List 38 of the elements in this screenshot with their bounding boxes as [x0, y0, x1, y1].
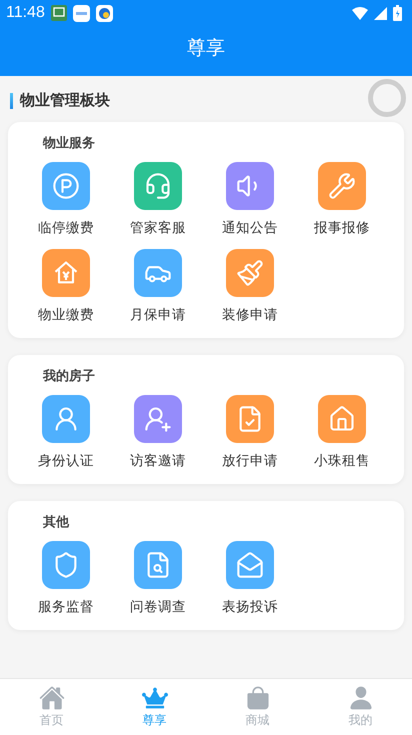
wrench-icon — [328, 172, 356, 200]
service-item[interactable]: 临停缴费 — [20, 162, 112, 237]
notification-icon — [72, 4, 90, 22]
service-item[interactable]: 月保申请 — [112, 249, 204, 324]
service-item[interactable]: 物业缴费 — [20, 249, 112, 324]
service-item[interactable]: 装修申请 — [204, 249, 296, 324]
card-title: 其他 — [43, 514, 70, 531]
loading-spinner-icon — [368, 79, 406, 117]
service-item[interactable]: 管家客服 — [112, 162, 204, 237]
headset-icon — [144, 172, 172, 200]
wifi-icon — [352, 6, 368, 20]
service-item[interactable]: 通知公告 — [204, 162, 296, 237]
card-title: 物业服务 — [43, 135, 96, 152]
home-icon — [38, 685, 64, 711]
notification-icon — [96, 4, 113, 22]
paintbrush-icon — [236, 259, 264, 287]
service-item[interactable]: 身份认证 — [20, 395, 112, 470]
service-item[interactable]: 问卷调查 — [112, 541, 204, 616]
house-icon — [328, 405, 356, 433]
status-time: 11:48 — [6, 4, 45, 22]
parking-icon — [52, 172, 80, 200]
bag-icon — [244, 685, 270, 711]
service-item[interactable]: 报事报修 — [296, 162, 388, 237]
card-title: 我的房子 — [43, 368, 96, 385]
service-item[interactable]: 小珠租售 — [296, 395, 388, 470]
crown-icon — [142, 685, 168, 711]
add-user-icon — [144, 405, 172, 433]
notification-icon — [50, 5, 67, 21]
service-item[interactable]: 表扬投诉 — [204, 541, 296, 616]
service-item[interactable]: 放行申请 — [204, 395, 296, 470]
service-item[interactable]: 访客邀请 — [112, 395, 204, 470]
signal-icon — [374, 6, 387, 20]
person-icon — [348, 685, 374, 711]
section-title: 物业管理板块 — [20, 91, 110, 110]
page-title: 尊享 — [187, 36, 225, 61]
service-item[interactable]: 服务监督 — [20, 541, 112, 616]
battery-icon — [393, 5, 402, 21]
envelope-icon — [236, 551, 264, 579]
